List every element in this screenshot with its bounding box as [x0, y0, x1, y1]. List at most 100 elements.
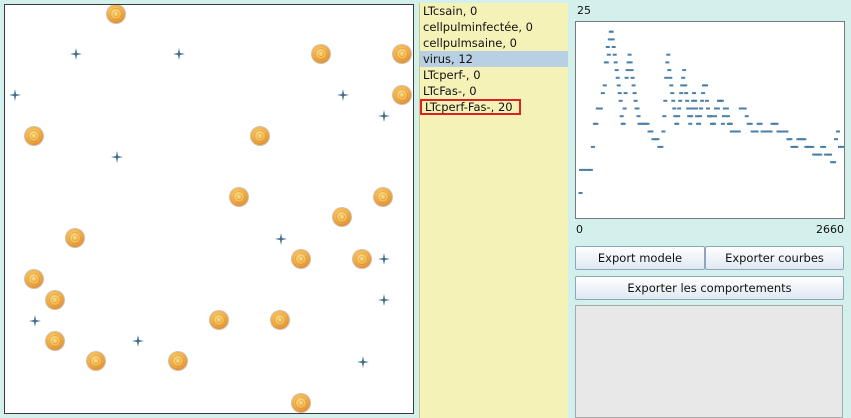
data-point	[635, 107, 640, 110]
data-point	[630, 76, 635, 79]
data-point	[719, 99, 724, 102]
data-point	[748, 122, 753, 125]
lung-cell	[46, 332, 64, 350]
lung-cell	[66, 229, 84, 247]
species-item-ltcfas[interactable]: LTcFas-, 0	[420, 83, 568, 99]
data-point	[588, 168, 593, 171]
data-point	[655, 138, 660, 141]
lung-cell	[292, 250, 310, 268]
data-point	[624, 76, 629, 79]
virus-icon	[378, 294, 390, 306]
data-point	[631, 84, 636, 87]
data-point	[706, 107, 710, 110]
lung-cell	[374, 188, 392, 206]
data-point	[670, 92, 675, 95]
lung-cell	[292, 394, 310, 412]
data-point	[699, 107, 704, 110]
data-point	[709, 115, 713, 118]
data-point	[606, 53, 611, 56]
data-point	[664, 76, 669, 79]
data-point	[649, 130, 654, 133]
population-chart: 25 0 2660	[574, 0, 851, 240]
species-item-cellpulminfectee[interactable]: cellpulminfectée, 0	[420, 19, 568, 35]
data-point	[742, 107, 747, 110]
lung-cell	[210, 311, 228, 329]
lung-cell	[25, 270, 43, 288]
data-point	[578, 192, 583, 194]
data-point	[725, 115, 730, 118]
data-point	[688, 122, 693, 125]
data-point	[736, 130, 741, 133]
data-point	[828, 153, 833, 156]
data-point	[744, 115, 749, 118]
data-point	[836, 130, 840, 133]
data-point	[636, 115, 641, 118]
data-point	[594, 122, 599, 125]
data-point	[615, 76, 620, 79]
data-point	[679, 92, 684, 95]
species-item-cellpulmsaine[interactable]: cellpulmsaine, 0	[420, 35, 568, 51]
species-item-ltcperf[interactable]: LTcperf-, 0	[420, 67, 568, 83]
data-point	[698, 115, 703, 118]
data-point	[681, 76, 686, 79]
data-point	[721, 115, 726, 118]
data-point	[605, 46, 610, 48]
data-point	[768, 130, 773, 133]
data-point	[661, 130, 666, 133]
virus-icon	[9, 89, 21, 101]
species-item-virus[interactable]: virus, 12	[420, 51, 568, 67]
data-point	[662, 115, 667, 118]
data-point	[619, 115, 624, 118]
simulation-canvas[interactable]	[4, 4, 414, 414]
virus-icon	[378, 110, 390, 122]
data-point	[700, 99, 705, 102]
data-point	[616, 84, 621, 87]
data-point	[618, 99, 623, 102]
data-point	[645, 122, 650, 125]
data-point	[689, 115, 694, 118]
data-point	[672, 107, 677, 110]
data-point	[810, 145, 815, 148]
species-item-ltcperf-fas[interactable]: LTcperf-Fas-, 20	[420, 99, 521, 115]
data-point	[683, 84, 688, 87]
behaviors-panel	[575, 305, 843, 418]
chart-plot-area	[575, 21, 845, 219]
export-behaviors-button[interactable]: Exporter les comportements	[575, 276, 844, 300]
virus-icon	[357, 356, 369, 368]
data-point	[784, 130, 789, 133]
data-point	[613, 61, 618, 64]
export-curves-button[interactable]: Exporter courbes	[705, 246, 844, 270]
data-point	[590, 145, 595, 148]
data-point	[758, 122, 763, 125]
species-item-ltcsain[interactable]: LTcsain, 0	[420, 3, 568, 19]
data-point	[659, 145, 664, 148]
data-point	[676, 115, 681, 118]
data-point	[600, 92, 605, 95]
data-point	[671, 99, 676, 102]
data-point	[818, 153, 823, 156]
data-point	[611, 46, 616, 48]
data-point	[715, 107, 720, 110]
data-point	[604, 61, 609, 64]
data-point	[788, 138, 793, 141]
data-point	[627, 53, 632, 56]
data-point	[794, 145, 799, 148]
lung-cell	[333, 208, 351, 226]
data-point	[622, 107, 627, 110]
data-point	[682, 69, 687, 72]
data-point	[629, 69, 634, 72]
export-model-button[interactable]: Export modele	[575, 246, 705, 270]
species-list[interactable]: LTcsain, 0 cellpulminfectée, 0 cellpulms…	[419, 3, 568, 418]
data-point	[720, 122, 725, 125]
data-point	[633, 99, 638, 102]
data-point	[712, 122, 716, 125]
data-point	[617, 92, 622, 95]
lung-cell	[230, 188, 248, 206]
lung-cell	[87, 352, 105, 370]
data-point	[623, 92, 628, 95]
data-point	[728, 122, 733, 125]
data-point	[724, 107, 729, 110]
lung-cell	[393, 45, 411, 63]
data-point	[684, 92, 689, 95]
lung-cell	[169, 352, 187, 370]
